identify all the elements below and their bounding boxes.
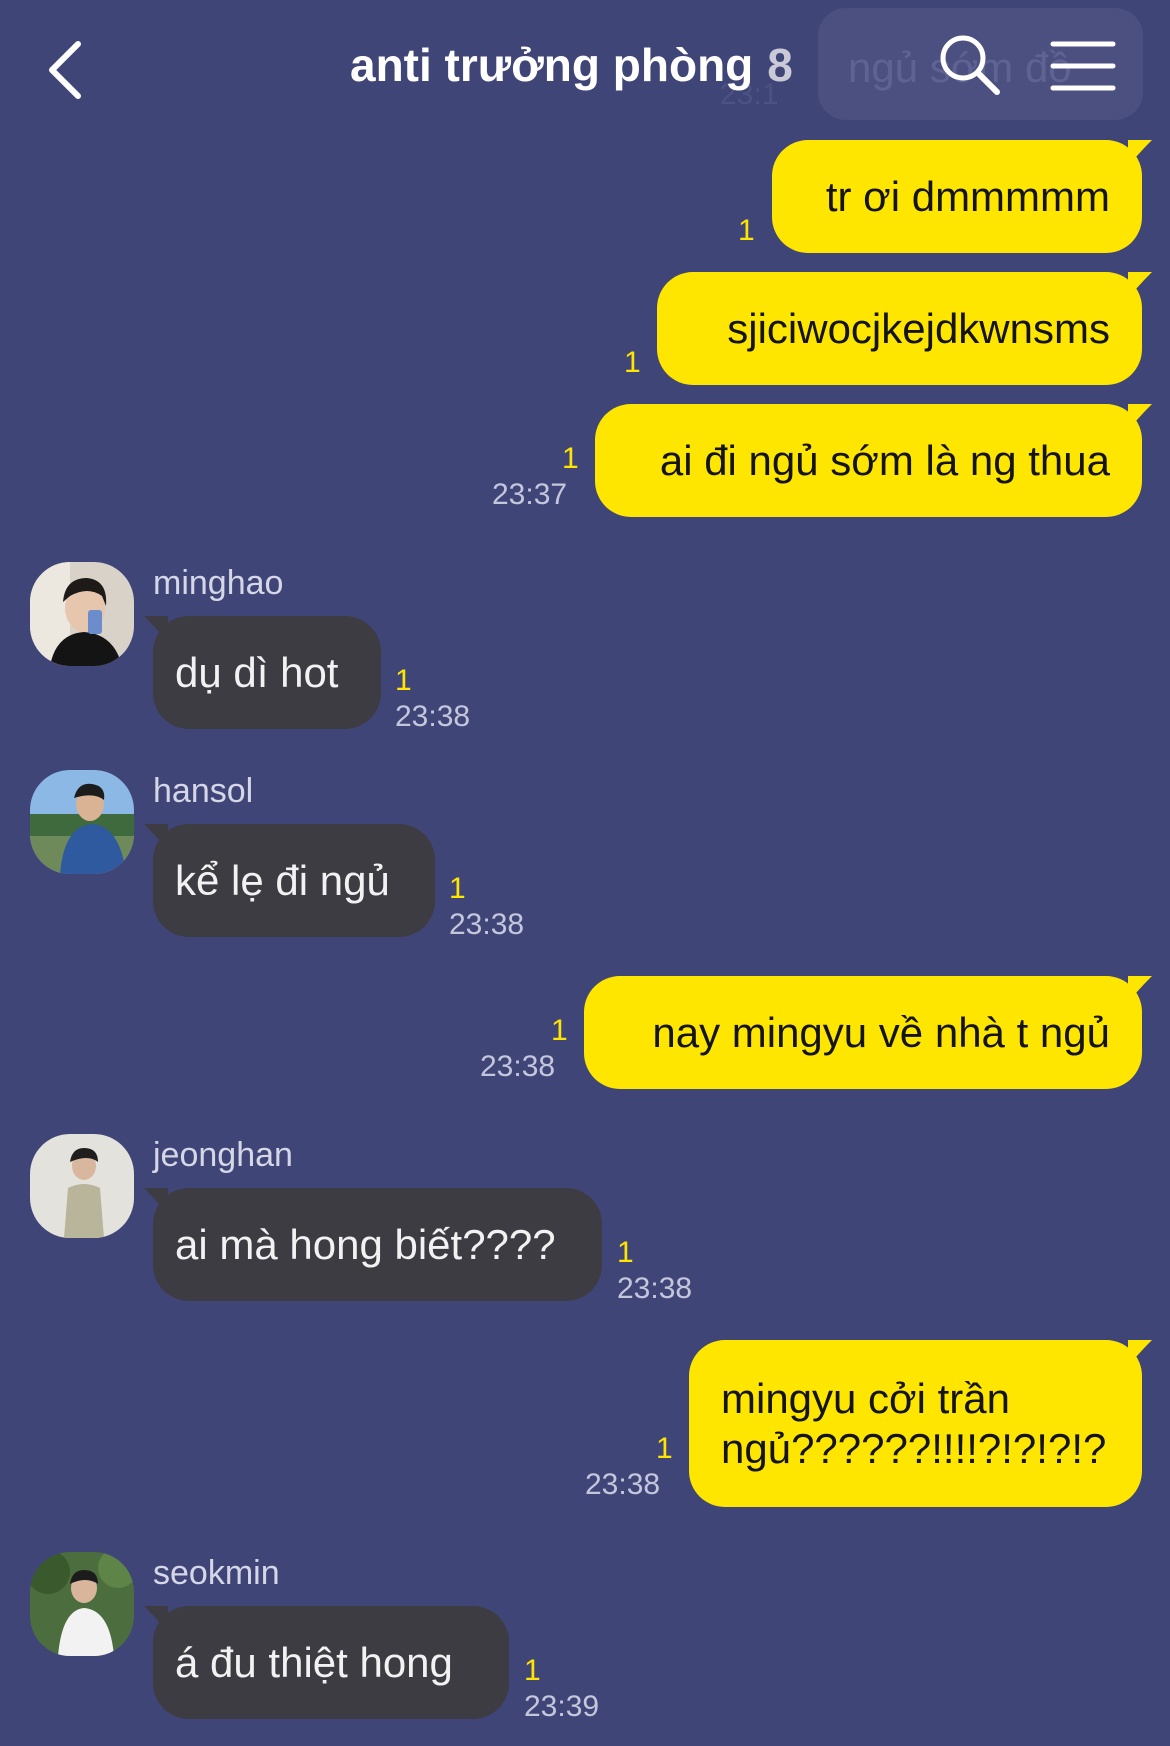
avatar-seokmin[interactable] <box>30 1552 134 1656</box>
message-time: 23:38 <box>395 700 471 733</box>
bubble-tail <box>1128 1340 1152 1366</box>
chat-header: ngủ sớm đồ 23:1 anti trưởng phòng 8 <box>0 0 1170 140</box>
message-text: nay mingyu về nhà t ngủ <box>652 1008 1110 1056</box>
chat-name: anti trưởng phòng <box>350 39 754 91</box>
message-text: kể lẹ đi ngủ <box>175 856 390 904</box>
my-message-bubble[interactable]: nay mingyu về nhà t ngủ <box>584 976 1142 1089</box>
bubble-tail <box>144 1606 168 1632</box>
message-line-1: mingyu cởi trần <box>721 1374 1010 1422</box>
unread-count: 1 <box>449 872 466 905</box>
member-count: 8 <box>767 39 793 91</box>
bubble-tail <box>1128 140 1152 166</box>
bubble-tail <box>1128 272 1152 298</box>
message-time: 23:38 <box>449 908 525 941</box>
sender-name: seokmin <box>153 1554 280 1592</box>
unread-count: 1 <box>617 1236 634 1269</box>
profile-photo <box>30 562 134 666</box>
unread-count: 1 <box>524 1654 541 1687</box>
unread-count: 1 <box>656 1432 673 1465</box>
message-text: dụ dì hot <box>175 648 339 696</box>
message-time: 23:39 <box>524 1690 600 1723</box>
bubble-tail <box>1128 976 1152 1002</box>
menu-button[interactable] <box>1050 38 1116 94</box>
search-icon <box>940 35 1000 95</box>
sender-name: jeonghan <box>153 1136 293 1174</box>
hamburger-menu-icon <box>1050 41 1116 91</box>
my-message-bubble[interactable]: ai đi ngủ sớm là ng thua <box>595 404 1142 517</box>
other-message-bubble[interactable]: ai mà hong biết???? <box>153 1188 602 1301</box>
profile-photo <box>30 770 134 874</box>
other-message-bubble[interactable]: á đu thiệt hong <box>153 1606 509 1719</box>
bubble-tail <box>144 616 168 642</box>
my-message-bubble[interactable]: sjiciwocjkejdkwnsms <box>657 272 1142 385</box>
bubble-tail <box>144 824 168 850</box>
message-text: ai mà hong biết???? <box>175 1220 556 1268</box>
unread-count: 1 <box>395 664 412 697</box>
message-text: sjiciwocjkejdkwnsms <box>727 304 1110 352</box>
back-button[interactable] <box>40 30 100 110</box>
avatar-hansol[interactable] <box>30 770 134 874</box>
profile-photo <box>30 1552 134 1656</box>
message-text: tr ơi dmmmmm <box>825 172 1110 220</box>
other-message-bubble[interactable]: kể lẹ đi ngủ <box>153 824 435 937</box>
message-time: 23:38 <box>585 1468 661 1501</box>
sender-name: minghao <box>153 564 284 602</box>
my-message-bubble[interactable]: mingyu cởi trần ngủ??????!!!!?!?!?!? <box>689 1340 1142 1507</box>
bubble-tail <box>144 1188 168 1214</box>
unread-count: 1 <box>551 1014 568 1047</box>
chevron-left-icon <box>49 41 81 99</box>
profile-photo <box>30 1134 134 1238</box>
message-line-2: ngủ??????!!!!?!?!?!? <box>721 1424 1107 1472</box>
message-time: 23:37 <box>492 478 568 511</box>
message-time: 23:38 <box>480 1050 556 1083</box>
message-text: á đu thiệt hong <box>175 1638 453 1686</box>
unread-count: 1 <box>738 214 755 247</box>
my-message-bubble[interactable]: tr ơi dmmmmm <box>772 140 1142 253</box>
avatar-jeonghan[interactable] <box>30 1134 134 1238</box>
chat-title: anti trưởng phòng 8 <box>350 38 793 92</box>
sender-name: hansol <box>153 772 254 810</box>
unread-count: 1 <box>624 346 641 379</box>
search-button[interactable] <box>935 30 1005 100</box>
avatar-minghao[interactable] <box>30 562 134 666</box>
unread-count: 1 <box>562 442 579 475</box>
message-text: ai đi ngủ sớm là ng thua <box>659 436 1110 484</box>
message-time: 23:38 <box>617 1272 693 1305</box>
other-message-bubble[interactable]: dụ dì hot <box>153 616 381 729</box>
bubble-tail <box>1128 404 1152 430</box>
